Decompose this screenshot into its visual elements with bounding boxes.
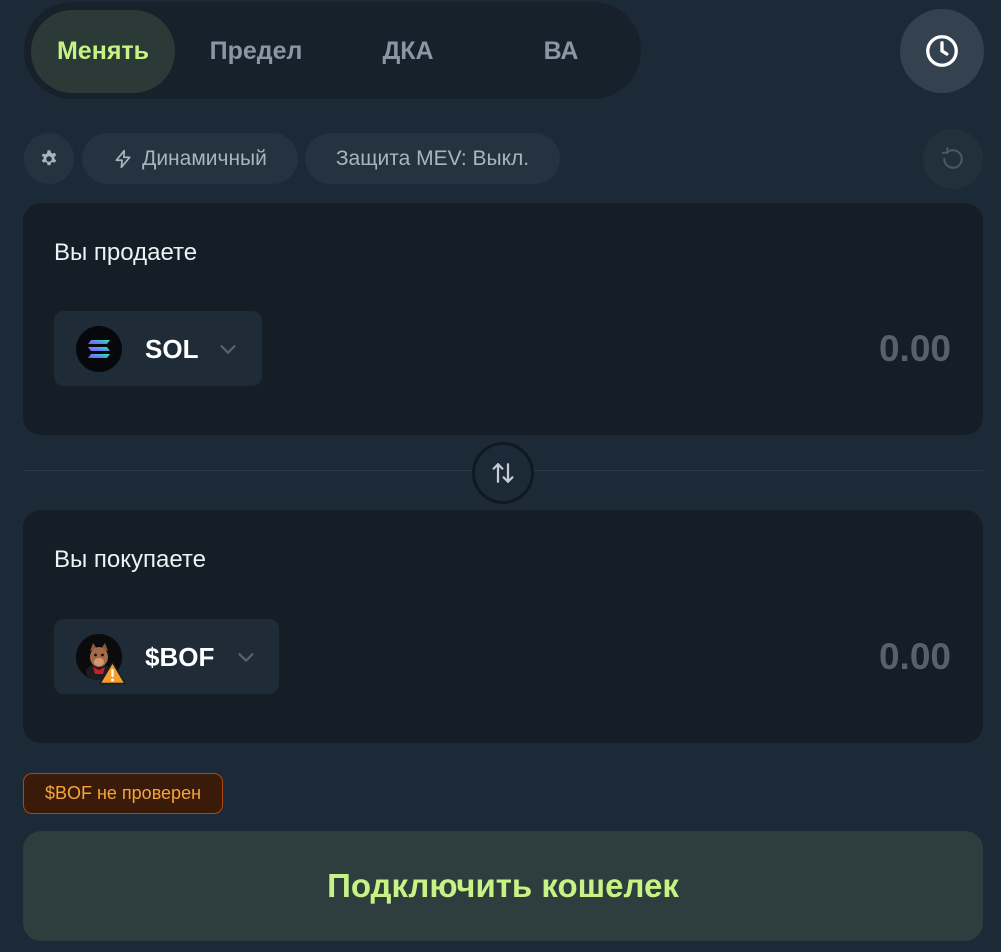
buy-token-selector[interactable]: $BOF bbox=[54, 619, 279, 694]
tab-va[interactable]: ВА bbox=[489, 10, 633, 93]
chevron-down-icon bbox=[220, 345, 236, 354]
gear-icon bbox=[41, 149, 57, 165]
sell-token-symbol: SOL bbox=[145, 334, 199, 364]
mev-protection-label: Защита MEV: Выкл. bbox=[335, 146, 530, 170]
tab-limit[interactable]: Предел bbox=[184, 10, 328, 93]
connect-wallet-label: Подключить кошелек bbox=[327, 867, 679, 904]
mev-protection-button[interactable]: Защита MEV: Выкл. bbox=[305, 133, 560, 184]
buy-panel: Вы покупаете $BOF 0.00 bbox=[23, 510, 983, 743]
buy-amount-input[interactable]: 0.00 bbox=[879, 636, 951, 678]
sell-panel: Вы продаете SOL 0.00 bbox=[23, 203, 983, 435]
solana-logo-icon bbox=[76, 326, 122, 372]
bof-token-icon bbox=[76, 634, 126, 685]
trade-mode-tabs: Менять Предел ДКА ВА bbox=[24, 2, 641, 99]
refresh-icon bbox=[941, 147, 963, 169]
sell-title: Вы продаете bbox=[54, 239, 198, 266]
unverified-token-label: $BOF не проверен bbox=[44, 783, 202, 803]
chevron-down-icon bbox=[238, 653, 254, 662]
settings-button[interactable] bbox=[24, 133, 74, 184]
switch-tokens-button[interactable] bbox=[472, 442, 534, 504]
slippage-mode-label: Динамичный bbox=[142, 146, 267, 170]
refresh-button[interactable] bbox=[923, 129, 983, 189]
clock-icon bbox=[926, 35, 958, 67]
lightning-icon bbox=[115, 149, 131, 168]
connect-wallet-button[interactable]: Подключить кошелек bbox=[23, 831, 983, 941]
slippage-mode-button[interactable]: Динамичный bbox=[82, 133, 298, 184]
buy-title: Вы покупаете bbox=[54, 546, 207, 573]
buy-token-symbol: $BOF bbox=[145, 642, 215, 672]
sell-amount-input[interactable]: 0.00 bbox=[879, 328, 951, 370]
swap-arrows-icon bbox=[492, 463, 514, 483]
unverified-token-badge[interactable]: $BOF не проверен bbox=[23, 773, 223, 814]
sell-token-selector[interactable]: SOL bbox=[54, 311, 262, 386]
warning-icon bbox=[99, 661, 126, 685]
tab-dca[interactable]: ДКА bbox=[336, 10, 480, 93]
tab-swap[interactable]: Менять bbox=[31, 10, 175, 93]
history-button[interactable] bbox=[900, 9, 984, 93]
